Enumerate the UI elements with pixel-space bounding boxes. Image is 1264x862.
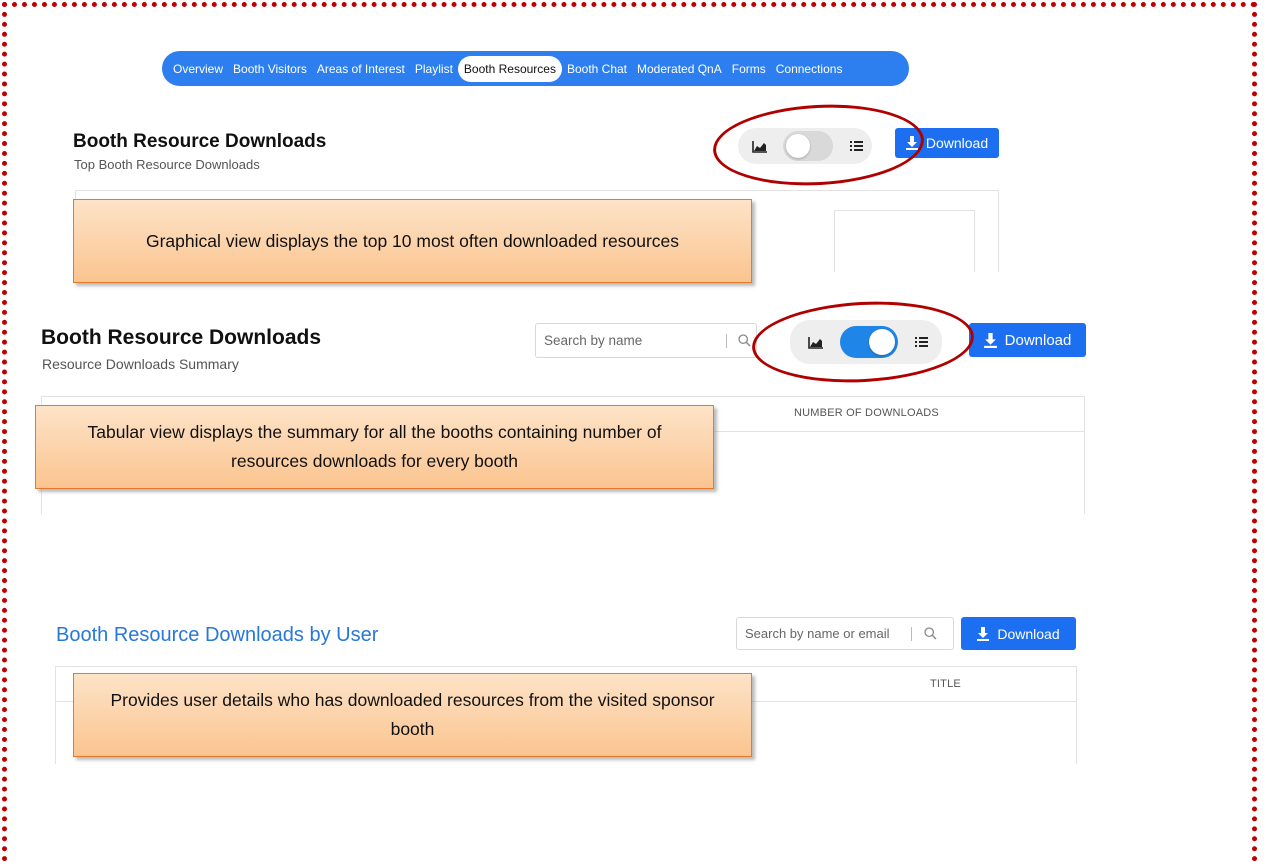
tab-forms[interactable]: Forms — [727, 62, 771, 76]
user-section-title: Booth Resource Downloads by User — [56, 624, 379, 646]
search-placeholder: Search by name or email — [745, 626, 890, 641]
search-input-name-email[interactable]: Search by name or email — [736, 617, 954, 650]
callout-text: Graphical view displays the top 10 most … — [145, 230, 680, 251]
download-button-table[interactable]: Download — [969, 323, 1086, 357]
section-nav: Overview Booth Visitors Areas of Interes… — [162, 51, 909, 86]
graph-section-title: Booth Resource Downloads — [73, 131, 327, 152]
graph-section-subtitle: Top Booth Resource Downloads — [74, 157, 260, 172]
tab-playlist[interactable]: Playlist — [410, 62, 458, 76]
graph-divider — [834, 210, 835, 272]
callout-table-view: Tabular view displays the summary for al… — [35, 405, 714, 489]
search-input-name[interactable]: Search by name — [535, 323, 757, 358]
graph-divider — [974, 210, 975, 272]
tab-booth-resources[interactable]: Booth Resources — [457, 55, 562, 82]
search-separator — [911, 626, 912, 641]
tab-connections[interactable]: Connections — [771, 62, 848, 76]
table-section-subtitle: Resource Downloads Summary — [42, 356, 239, 372]
search-icon[interactable] — [924, 627, 937, 640]
tab-overview[interactable]: Overview — [168, 62, 228, 76]
download-icon — [977, 626, 990, 641]
table-section-title: Booth Resource Downloads — [41, 326, 322, 349]
download-label: Download — [1004, 331, 1072, 349]
callout-text: Provides user details who has downloaded… — [110, 690, 715, 739]
column-number-of-downloads[interactable]: NUMBER OF DOWNLOADS — [794, 407, 939, 419]
tab-booth-chat[interactable]: Booth Chat — [562, 62, 632, 76]
download-label: Download — [997, 625, 1060, 642]
tab-booth-visitors[interactable]: Booth Visitors — [228, 62, 312, 76]
download-icon — [983, 332, 997, 348]
callout-text: Tabular view displays the summary for al… — [87, 422, 662, 471]
tab-moderated-qna[interactable]: Moderated QnA — [632, 62, 727, 76]
search-separator — [726, 333, 727, 348]
graph-divider — [834, 210, 974, 211]
column-title[interactable]: TITLE — [930, 678, 961, 690]
search-icon[interactable] — [738, 334, 751, 347]
download-label: Download — [925, 135, 989, 151]
tab-areas-of-interest[interactable]: Areas of Interest — [312, 62, 410, 76]
callout-user-view: Provides user details who has downloaded… — [73, 673, 752, 757]
callout-graph-view: Graphical view displays the top 10 most … — [73, 199, 752, 283]
search-placeholder: Search by name — [544, 333, 643, 348]
download-button-user[interactable]: Download — [961, 617, 1076, 650]
